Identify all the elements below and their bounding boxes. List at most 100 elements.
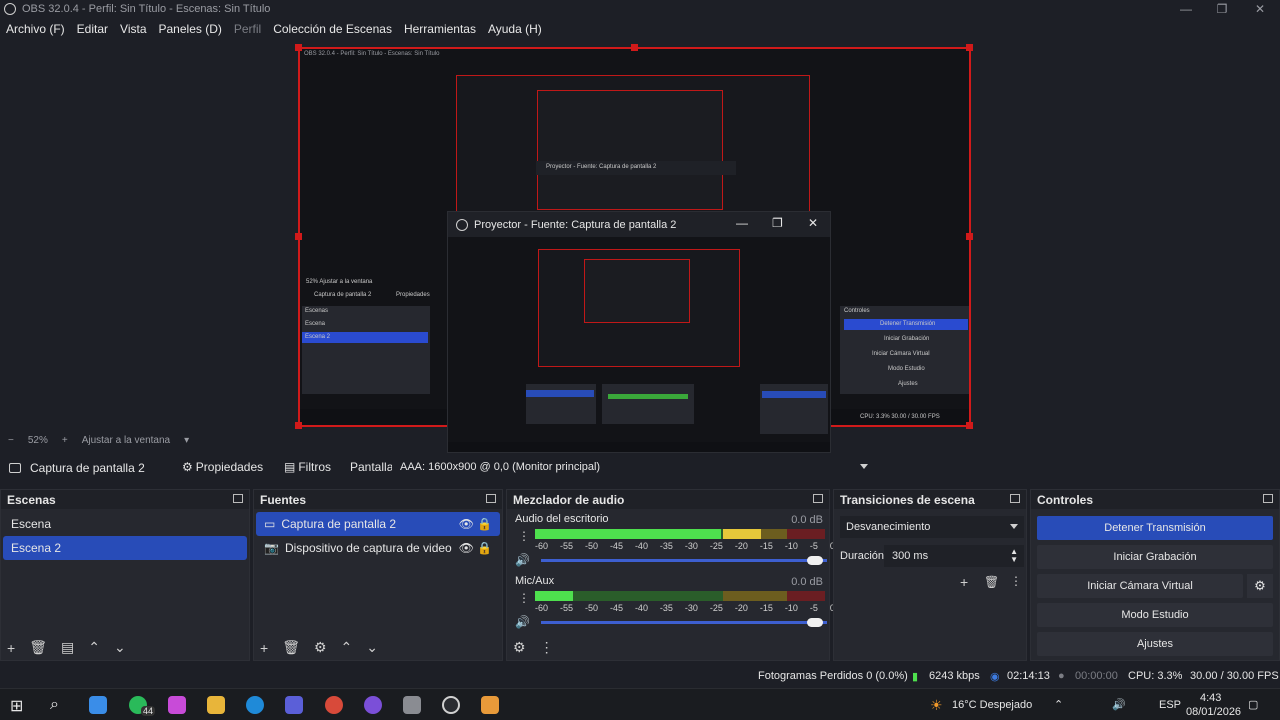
app-icon[interactable] [481,696,499,714]
fit-window-label[interactable]: Ajustar a la ventana [82,435,170,446]
gear-icon[interactable]: ⚙ [314,639,327,656]
lock-icon[interactable]: 🔒 [477,517,492,531]
move-up-icon[interactable]: ⌃ [341,639,353,656]
close-button[interactable]: ✕ [1242,0,1278,18]
zoom-in-button[interactable]: + [62,435,68,446]
resize-handle[interactable] [295,44,302,51]
studio-mode-button[interactable]: Modo Estudio [1037,603,1273,627]
scale-tick: -60 [535,541,549,551]
scene-item-selected[interactable]: Escena 2 [3,536,247,560]
scene-item[interactable]: Escena [3,512,247,536]
source-item-selected[interactable]: ▭ Captura de pantalla 2 👁 🔒 [256,512,500,536]
volume-icon[interactable]: 🔊 [1112,698,1126,711]
kebab-menu-icon[interactable]: ⋮ [518,529,530,543]
transition-select[interactable]: Desvanecimiento [840,516,1024,538]
kebab-menu-icon[interactable]: ⋮ [1010,574,1022,588]
kebab-menu-icon[interactable]: ⋮ [518,591,530,605]
resize-handle[interactable] [966,422,973,429]
trash-icon[interactable]: 🗑 [984,575,999,589]
volume-slider[interactable] [541,621,827,624]
obs-icon[interactable] [442,696,460,714]
undock-icon[interactable] [486,494,496,503]
menu-help[interactable]: Ayuda (H) [488,22,542,36]
menu-file[interactable]: Archivo (F) [6,22,65,36]
filter-icon[interactable]: ▤ [61,639,74,656]
trash-icon[interactable]: 🗑 [282,639,300,656]
eye-icon[interactable]: 👁 [459,517,474,531]
speaker-icon[interactable]: 🔊 [515,615,530,629]
minimize-button[interactable]: — [1168,0,1204,18]
source-item[interactable]: 📷 Dispositivo de captura de video 👁 🔒 [256,536,500,560]
start-recording-button[interactable]: Iniciar Grabación [1037,545,1273,569]
monitor-icon [9,463,21,473]
windows-start-icon[interactable]: ⊞ [10,696,23,716]
resize-handle[interactable] [966,44,973,51]
app-icon[interactable] [285,696,303,714]
kebab-menu-icon[interactable]: ⋮ [540,639,554,656]
lock-icon[interactable]: 🔒 [477,541,492,555]
store-icon[interactable] [89,696,107,714]
settings-button[interactable]: Ajustes [1037,632,1273,656]
search-icon[interactable]: ⌕ [50,696,59,714]
resize-handle[interactable] [966,233,973,240]
move-down-icon[interactable]: ⌄ [114,639,126,656]
language-indicator[interactable]: ESP [1159,699,1181,711]
speaker-icon[interactable]: 🔊 [515,553,530,567]
menu-view[interactable]: Vista [120,22,146,36]
add-icon[interactable]: + [960,574,968,590]
monitor-icon: ▭ [264,517,276,531]
scale-tick: -25 [709,603,723,613]
undock-icon[interactable] [1263,494,1273,503]
copilot-icon[interactable] [168,696,186,714]
move-up-icon[interactable]: ⌃ [88,639,100,656]
clock-date[interactable]: 08/01/2026 [1186,706,1241,718]
stop-stream-button[interactable]: Detener Transmisión [1037,516,1273,540]
resize-handle[interactable] [631,44,638,51]
title-bar: OBS 32.0.4 - Perfil: Sin Título - Escena… [0,0,1280,18]
start-virtual-camera-button[interactable]: Iniciar Cámara Virtual [1037,574,1243,598]
chrome-icon[interactable] [325,696,343,714]
gear-icon[interactable]: ⚙ [513,639,526,656]
projector-close-button[interactable]: ✕ [808,216,818,230]
projector-window[interactable]: Proyector - Fuente: Captura de pantalla … [447,211,831,453]
resize-handle[interactable] [295,233,302,240]
eye-icon[interactable]: 👁 [459,541,474,555]
undock-icon[interactable] [1010,494,1020,503]
undock-icon[interactable] [813,494,823,503]
display-select[interactable]: AAA: 1600x900 @ 0,0 (Monitor principal) [392,456,874,478]
chevron-up-icon[interactable]: ⌃ [1054,698,1063,711]
volume-slider-knob[interactable] [807,618,823,627]
notification-icon[interactable]: ▢ [1248,698,1258,711]
properties-button[interactable]: ⚙ Propiedades [182,456,263,478]
maximize-button[interactable]: ❐ [1204,0,1240,18]
trash-icon[interactable]: 🗑 [29,639,47,656]
edge-icon[interactable] [246,696,264,714]
filters-button[interactable]: ▤ Filtros [284,456,331,478]
menu-docks[interactable]: Paneles (D) [159,22,222,36]
chevron-down-icon[interactable]: ▾ [184,435,189,446]
add-icon[interactable]: + [7,640,15,656]
menu-scene-collection[interactable]: Colección de Escenas [273,22,392,36]
duration-label: Duración [840,550,885,562]
weather-text[interactable]: 16°C Despejado [952,699,1032,711]
projector-maximize-button[interactable]: ❐ [772,216,783,230]
stepper-icon[interactable]: ▲ ▼ [1010,548,1018,564]
duration-input[interactable]: 300 ms ▲ ▼ [884,545,1024,567]
move-down-icon[interactable]: ⌄ [366,639,378,656]
add-icon[interactable]: + [260,640,268,656]
undock-icon[interactable] [233,494,243,503]
menu-edit[interactable]: Editar [77,22,108,36]
app-icon[interactable] [403,696,421,714]
scale-tick: -30 [684,603,698,613]
menu-profile[interactable]: Perfil [234,22,261,36]
projector-minimize-button[interactable]: — [736,216,748,230]
zoom-out-button[interactable]: − [8,435,14,446]
menu-tools[interactable]: Herramientas [404,22,476,36]
gear-icon[interactable]: ⚙ [1247,574,1273,598]
discord-icon[interactable] [364,696,382,714]
resize-handle[interactable] [295,422,302,429]
volume-slider-knob[interactable] [807,556,823,565]
folder-icon[interactable] [207,696,225,714]
clock-time[interactable]: 4:43 [1200,692,1221,704]
volume-slider[interactable] [541,559,827,562]
